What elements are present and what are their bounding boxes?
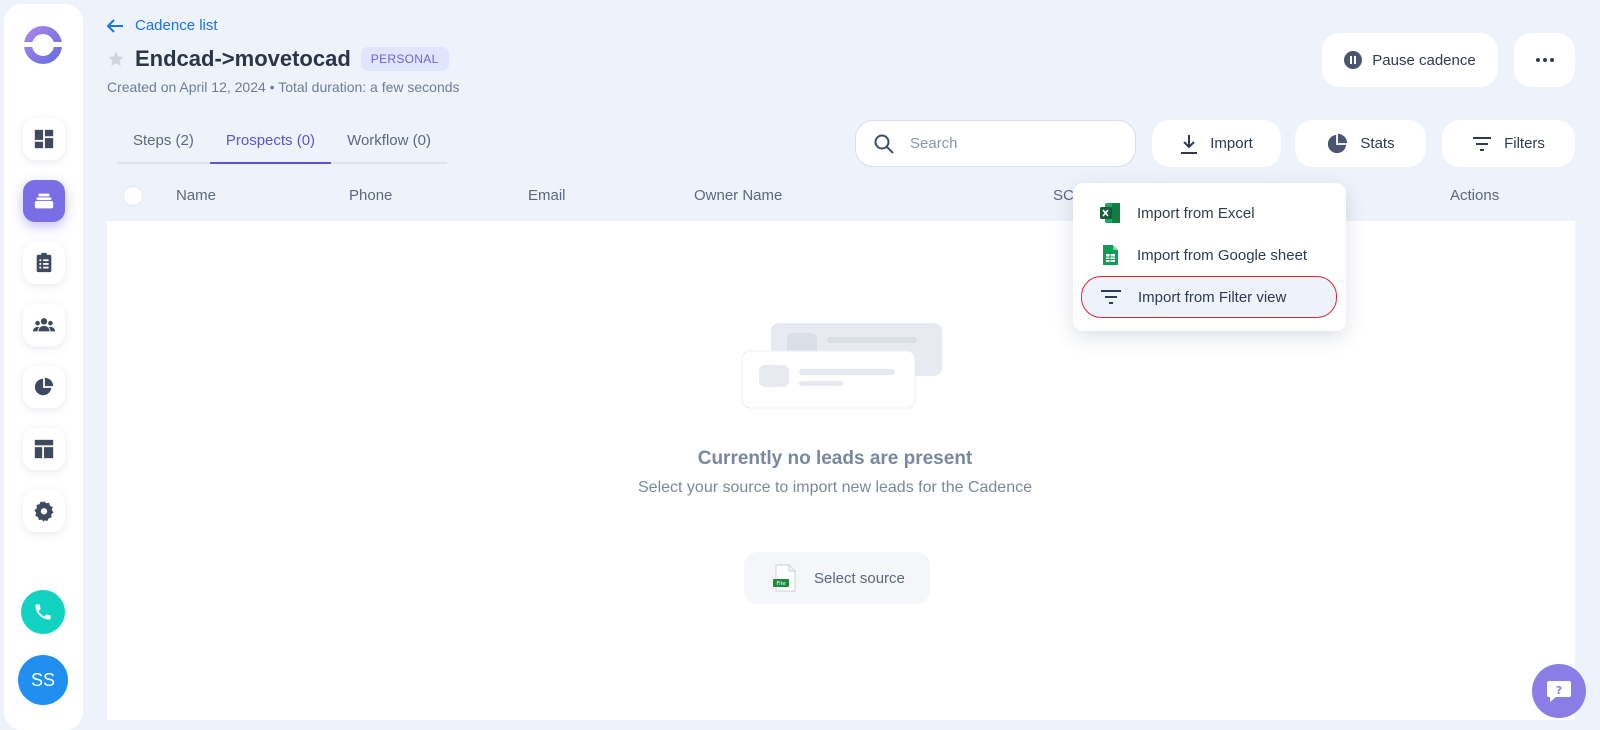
sidebar-item-tasks[interactable] [23,242,65,284]
personal-badge: PERSONAL [360,47,449,71]
pie-chart-icon [1328,133,1348,153]
tab-workflow[interactable]: Workflow (0) [331,127,447,162]
tabs: Steps (2) Prospects (0) Workflow (0) [117,127,447,164]
import-from-excel-item[interactable]: Import from Excel [1081,192,1337,234]
app-logo[interactable] [22,24,64,66]
import-dropdown-menu: Import from Excel Import from Google she… [1073,183,1346,331]
help-chat-button[interactable]: ? [1532,664,1586,718]
select-all-checkbox[interactable] [123,186,143,206]
arrow-left-icon [107,18,123,33]
file-icon-label: File [776,581,786,587]
import-from-google-sheet-item[interactable]: Import from Google sheet [1081,234,1337,276]
search-icon [874,134,894,154]
phone-icon [35,604,51,620]
empty-state-subtitle: Select your source to import new leads f… [638,479,1032,496]
user-avatar[interactable]: SS [18,655,68,705]
pause-cadence-label: Pause cadence [1372,51,1476,69]
column-actions: Actions [1450,187,1500,204]
empty-illustration [741,321,943,418]
filters-button[interactable]: Filters [1442,120,1575,167]
pause-cadence-button[interactable]: Pause cadence [1322,33,1498,87]
star-icon[interactable] [107,50,125,68]
back-to-cadence-list[interactable]: Cadence list [107,17,218,34]
page-title: Endcad->movetocad [135,46,351,71]
title-row: Endcad->movetocad PERSONAL [107,46,449,72]
tasks-icon [36,252,52,273]
svg-text:?: ? [1556,684,1562,697]
import-label: Import [1210,135,1253,152]
column-owner-name[interactable]: Owner Name [694,187,782,204]
back-link-label: Cadence list [135,17,218,34]
table-body [107,221,1575,720]
more-horizontal-icon [1535,58,1554,62]
column-email[interactable]: Email [528,187,566,204]
sidebar-item-people[interactable] [23,304,65,346]
google-sheet-icon [1103,245,1118,265]
tab-prospects[interactable]: Prospects (0) [209,127,332,164]
table-header: Name Phone Email Owner Name SC Actions [107,177,1575,219]
pause-icon [1344,51,1363,69]
more-options-button[interactable] [1514,33,1575,87]
cadence-icon [34,193,54,209]
sidebar: SS [4,4,83,730]
cadence-meta: Created on April 12, 2024 • Total durati… [107,79,460,95]
column-name[interactable]: Name [176,187,216,204]
stats-button[interactable]: Stats [1295,120,1426,167]
sidebar-item-cadences[interactable] [23,180,65,222]
import-from-filter-view-item[interactable]: Import from Filter view [1081,276,1337,318]
call-button[interactable] [21,590,65,634]
import-from-filter-view-label: Import from Filter view [1138,288,1287,306]
sidebar-item-dashboard[interactable] [23,118,65,160]
stats-icon [34,377,54,396]
download-icon [1181,134,1198,154]
sidebar-item-stats[interactable] [23,366,65,408]
help-chat-icon: ? [1547,681,1571,702]
excel-icon [1100,203,1120,223]
column-phone[interactable]: Phone [349,187,392,204]
import-from-excel-label: Import from Excel [1137,204,1255,222]
filter-view-icon [1101,290,1121,304]
settings-icon [34,500,54,522]
people-icon [33,318,55,332]
import-button[interactable]: Import [1152,120,1281,167]
import-from-google-sheet-label: Import from Google sheet [1137,246,1308,264]
stats-label: Stats [1360,135,1395,152]
filters-label: Filters [1504,135,1545,152]
file-icon: File [773,564,796,592]
dashboard-icon [34,129,54,149]
filter-icon [1473,136,1492,151]
tab-steps[interactable]: Steps (2) [117,127,210,162]
empty-state-title: Currently no leads are present [697,448,973,469]
search-box [855,120,1136,167]
select-source-button[interactable]: File Select source [744,552,930,604]
select-source-label: Select source [814,569,905,587]
search-input[interactable] [910,135,1090,152]
column-sc[interactable]: SC [1053,187,1074,204]
